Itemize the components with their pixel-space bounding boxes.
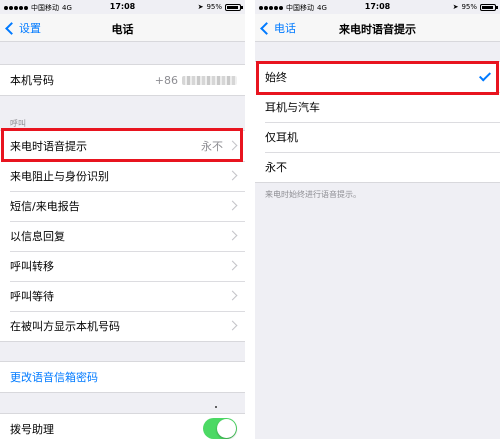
status-bar: 中国移动 4G 17:08 ➤ 95% — [0, 0, 245, 14]
redacted-number — [182, 76, 237, 85]
announce-options-group: 始终 耳机与汽车 仅耳机 永不 — [255, 61, 500, 183]
dial-assist-group: 拨号助理 — [0, 413, 245, 439]
row-value: 永不 — [201, 140, 223, 153]
nav-bar: 电话 来电时语音提示 — [255, 14, 500, 42]
option-never[interactable]: 永不 — [255, 152, 500, 182]
row-call-waiting[interactable]: 呼叫等待 — [0, 281, 245, 311]
row-label: 来电阻止与身份识别 — [10, 170, 109, 183]
battery-icon — [225, 3, 243, 11]
checkmark-icon — [478, 69, 492, 82]
page-title: 电话 — [111, 23, 134, 36]
row-sms-call-report[interactable]: 短信/来电报告 — [0, 191, 245, 221]
battery-icon — [480, 3, 498, 11]
my-number-label: 本机号码 — [10, 74, 54, 87]
option-headphones-only[interactable]: 仅耳机 — [255, 122, 500, 152]
toggle-knob — [217, 419, 236, 438]
row-label: 以信息回复 — [10, 230, 65, 243]
row-show-caller-id[interactable]: 在被叫方显示本机号码 — [0, 311, 245, 341]
chevron-right-icon — [227, 290, 238, 301]
chevron-right-icon — [227, 230, 238, 241]
row-call-forwarding[interactable]: 呼叫转移 — [0, 251, 245, 281]
location-icon: ➤ — [452, 3, 459, 11]
voicemail-group: 更改语音信箱密码 — [0, 361, 245, 393]
change-voicemail-password-link[interactable]: 更改语音信箱密码 — [0, 362, 245, 392]
row-call-blocking[interactable]: 来电阻止与身份识别 — [0, 161, 245, 191]
my-number-value: +86 — [155, 74, 237, 87]
chevron-right-icon — [227, 320, 238, 331]
dial-assist-row: 拨号助理 — [0, 414, 245, 439]
my-number-row[interactable]: 本机号码 +86 — [0, 65, 245, 95]
announce-calls-screen: 中国移动 4G 17:08 ➤ 95% 电话 来电时语音提示 始终 耳机与汽车 … — [255, 0, 500, 439]
option-label: 始终 — [265, 71, 287, 84]
row-announce-calls[interactable]: 来电时语音提示 永不 — [0, 131, 245, 161]
nav-bar: 设置 电话 — [0, 14, 245, 42]
dial-assist-label: 拨号助理 — [10, 423, 54, 436]
status-bar: 中国移动 4G 17:08 ➤ 95% — [255, 0, 500, 14]
battery-percent: 95% — [461, 3, 477, 11]
status-right: ➤ 95% — [452, 3, 498, 11]
chevron-right-icon — [227, 140, 238, 151]
location-icon: ➤ — [197, 3, 204, 11]
row-label: 呼叫等待 — [10, 290, 54, 303]
option-headphones-and-car[interactable]: 耳机与汽车 — [255, 92, 500, 122]
calls-group: 来电时语音提示 永不 来电阻止与身份识别 短信/来电报告 以信息回复 呼叫转移 … — [0, 130, 245, 342]
chevron-right-icon — [227, 170, 238, 181]
divider-mark — [215, 406, 217, 408]
option-label: 仅耳机 — [265, 131, 298, 144]
status-right: ➤ 95% — [197, 3, 243, 11]
row-label: 短信/来电报告 — [10, 200, 80, 213]
page-title: 来电时语音提示 — [339, 23, 416, 36]
option-always[interactable]: 始终 — [255, 62, 500, 92]
chevron-right-icon — [227, 260, 238, 271]
row-label: 在被叫方显示本机号码 — [10, 320, 120, 333]
my-number-group: 本机号码 +86 — [0, 64, 245, 96]
phone-settings-screen: 中国移动 4G 17:08 ➤ 95% 设置 电话 本机号码 +86 呼叫 来电… — [0, 0, 245, 439]
announce-footer-note: 来电时始终进行语音提示。 — [265, 190, 361, 199]
row-label: 来电时语音提示 — [10, 140, 87, 153]
option-label: 永不 — [265, 161, 287, 174]
option-label: 耳机与汽车 — [265, 101, 320, 114]
calls-section-header: 呼叫 — [10, 119, 26, 128]
battery-percent: 95% — [206, 3, 222, 11]
row-label: 呼叫转移 — [10, 260, 54, 273]
chevron-right-icon — [227, 200, 238, 211]
row-respond-with-text[interactable]: 以信息回复 — [0, 221, 245, 251]
dial-assist-toggle[interactable] — [203, 418, 237, 439]
